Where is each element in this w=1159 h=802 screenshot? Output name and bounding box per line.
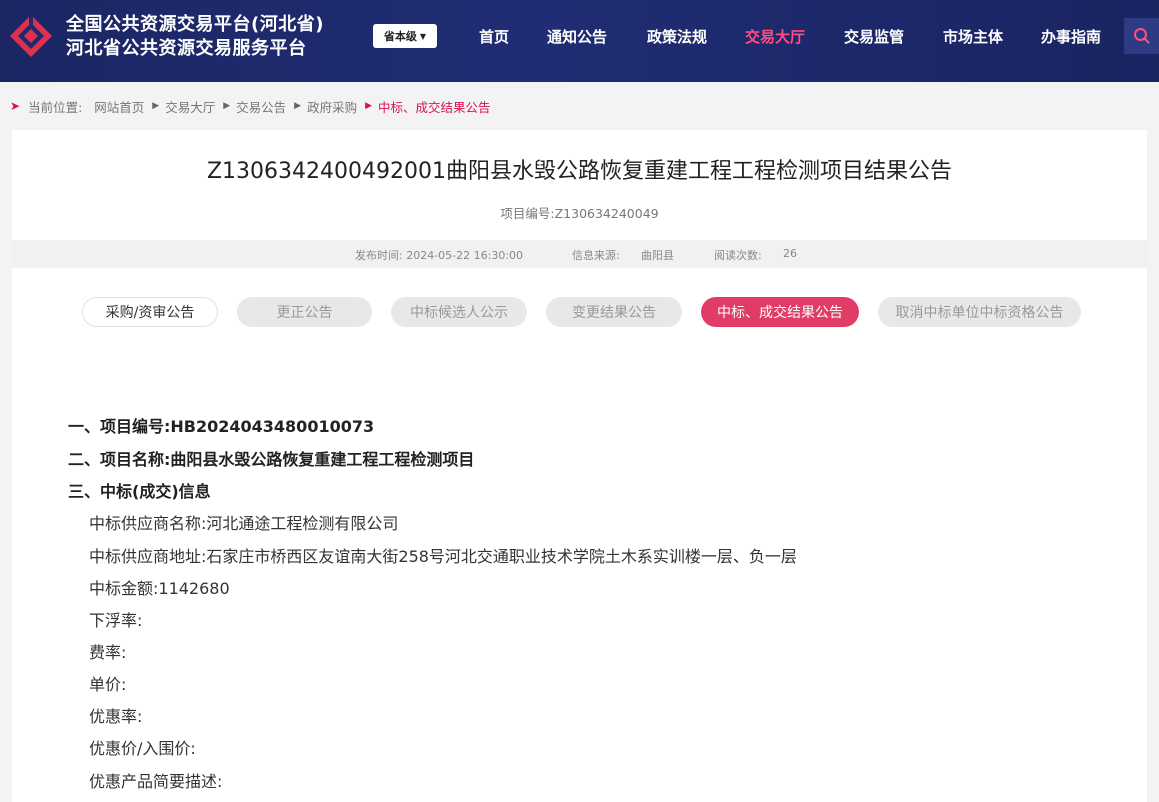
source-value: 曲阳县 bbox=[641, 249, 674, 262]
breadcrumb-link[interactable]: 交易大厅 bbox=[165, 97, 215, 116]
tab-cancel-qualification: 取消中标单位中标资格公告 bbox=[878, 297, 1081, 327]
breadcrumb-link[interactable]: 政府采购 bbox=[307, 97, 357, 116]
preferential-price: 优惠价/入围价: bbox=[89, 739, 196, 758]
reads-count: 26 bbox=[783, 247, 797, 260]
discount-rate: 下浮率: bbox=[89, 611, 143, 630]
nav-policies[interactable]: 政策法规 bbox=[647, 26, 707, 48]
site-title[interactable]: 全国公共资源交易平台(河北省) 河北省公共资源交易服务平台 bbox=[66, 13, 324, 61]
publish-time: 发布时间: 2024-05-22 16:30:00 bbox=[355, 249, 524, 262]
site-title-line1: 全国公共资源交易平台(河北省) bbox=[66, 14, 324, 35]
tab-correction-notice: 更正公告 bbox=[237, 297, 372, 327]
award-info-heading: 三、中标(成交)信息 bbox=[68, 482, 211, 501]
nav-trading-hall[interactable]: 交易大厅 bbox=[745, 26, 805, 48]
site-title-line2: 河北省公共资源交易服务平台 bbox=[66, 38, 307, 59]
tab-procurement-notice[interactable]: 采购/资审公告 bbox=[82, 297, 218, 327]
article-panel: Z1306342400492001曲阳县水毁公路恢复重建工程工程检测项目结果公告… bbox=[12, 130, 1147, 802]
reads-label: 阅读次数: bbox=[714, 249, 762, 262]
unit-price: 单价: bbox=[89, 675, 127, 694]
breadcrumb-current: 中标、成交结果公告 bbox=[378, 99, 491, 115]
breadcrumb: ➤ 当前位置: 网站首页 ▶ 交易大厅 ▶ 交易公告 ▶ 政府采购 ▶ 中标、成… bbox=[10, 96, 491, 116]
nav-supervision[interactable]: 交易监管 bbox=[844, 26, 904, 48]
meta-bar: 发布时间: 2024-05-22 16:30:00 信息来源: 曲阳县 阅读次数… bbox=[12, 240, 1147, 268]
caret-right-icon: ▶ bbox=[294, 101, 302, 111]
preferential-rate: 优惠率: bbox=[89, 707, 143, 726]
nav-guide[interactable]: 办事指南 bbox=[1041, 26, 1101, 48]
tab-change-result: 变更结果公告 bbox=[546, 297, 682, 327]
supplier-name: 中标供应商名称:河北通途工程检测有限公司 bbox=[89, 514, 399, 533]
breadcrumb-link[interactable]: 交易公告 bbox=[236, 97, 286, 116]
project-number: 项目编号:Z130634240049 bbox=[500, 206, 659, 221]
search-icon bbox=[1133, 28, 1150, 44]
caret-right-icon: ▶ bbox=[365, 101, 373, 111]
caret-right-icon: ▶ bbox=[223, 101, 231, 111]
tab-award-result[interactable]: 中标、成交结果公告 bbox=[701, 297, 859, 327]
breadcrumb-prefix: 当前位置: bbox=[28, 99, 83, 115]
site-header: 全国公共资源交易平台(河北省) 河北省公共资源交易服务平台 省本级 ▼ 首页 通… bbox=[0, 0, 1159, 82]
project-name-heading: 二、项目名称:曲阳县水毁公路恢复重建工程工程检测项目 bbox=[68, 450, 475, 469]
nav-notices[interactable]: 通知公告 bbox=[547, 26, 607, 48]
fee-rate: 费率: bbox=[89, 643, 127, 662]
search-button[interactable] bbox=[1124, 18, 1159, 54]
award-amount: 中标金额:1142680 bbox=[89, 579, 230, 598]
nav-home[interactable]: 首页 bbox=[479, 26, 509, 48]
page-title: Z1306342400492001曲阳县水毁公路恢复重建工程工程检测项目结果公告 bbox=[206, 159, 953, 184]
level-select-value: 省本级 bbox=[383, 30, 417, 43]
product-description: 优惠产品简要描述: bbox=[89, 772, 223, 791]
source-label: 信息来源: bbox=[572, 249, 620, 262]
project-code-heading: 一、项目编号:HB2024043480010073 bbox=[68, 417, 375, 436]
caret-right-icon: ▶ bbox=[152, 101, 160, 111]
tab-candidate-publicity: 中标候选人公示 bbox=[391, 297, 527, 327]
breadcrumb-link[interactable]: 网站首页 bbox=[94, 97, 144, 116]
chevron-down-icon: ▼ bbox=[419, 31, 427, 41]
level-select[interactable]: 省本级 ▼ bbox=[373, 24, 437, 48]
location-arrow-icon: ➤ bbox=[10, 99, 21, 113]
supplier-address: 中标供应商地址:石家庄市桥西区友谊南大街258号河北交通职业技术学院土木系实训楼… bbox=[89, 547, 797, 566]
nav-market-entities[interactable]: 市场主体 bbox=[943, 26, 1003, 48]
hebei-ggzy-logo-icon[interactable] bbox=[8, 13, 54, 59]
